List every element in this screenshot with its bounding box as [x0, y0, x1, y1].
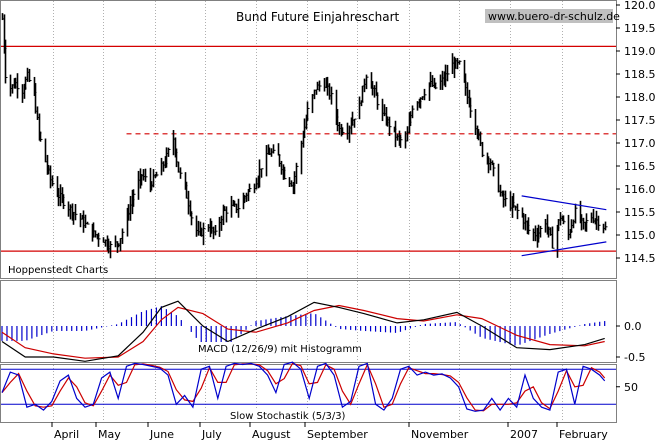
price-y-tick-label: 119.0: [624, 45, 656, 58]
stoch-label: Slow Stochastik (5/3/3): [230, 411, 346, 422]
price-y-tick-label: 119.5: [624, 22, 656, 35]
x-tick-label: July: [201, 428, 222, 441]
macd-y-tick-label: 0.0: [624, 320, 642, 333]
price-y-tick-label: 115.0: [624, 229, 656, 242]
x-tick-label: May: [98, 428, 121, 441]
x-tick-label: November: [411, 428, 469, 441]
price-y-tick-label: 120.0: [624, 0, 656, 12]
chart-figure: 114.5 115.0 115.5 116.0 116.5 117.0 117.5 118.0…: [0, 0, 672, 441]
stoch-y-tick-label: 50: [624, 381, 638, 394]
macd-label: MACD (12/26/9) mit Histogramm: [198, 344, 362, 355]
source-label: www.buero-dr-schulz.de: [488, 10, 620, 23]
macd-y-tick-label: -0.5: [624, 351, 645, 364]
price-y-tick-label: 116.0: [624, 183, 656, 196]
bund-future-chart: 114.5 115.0 115.5 116.0 116.5 117.0 117.5 118.0…: [0, 0, 656, 441]
price-y-tick-label: 118.0: [624, 91, 656, 104]
hoppenstedt-label: Hoppenstedt Charts: [8, 265, 108, 276]
x-tick-label: 2007: [510, 428, 538, 441]
price-y-tick-label: 115.5: [624, 206, 656, 219]
x-tick-label: August: [252, 428, 291, 441]
x-tick-label: February: [559, 428, 608, 441]
price-y-tick-label: 117.0: [624, 137, 656, 150]
price-y-tick-label: 117.5: [624, 114, 656, 127]
price-y-tick-label: 116.5: [624, 160, 656, 173]
price-y-tick-label: 114.5: [624, 252, 656, 265]
x-tick-label: September: [307, 428, 368, 441]
x-tick-label: June: [149, 428, 174, 441]
x-tick-label: April: [54, 428, 79, 441]
chart-title: Bund Future Einjahreschart: [236, 10, 400, 24]
price-y-tick-label: 118.5: [624, 68, 656, 81]
